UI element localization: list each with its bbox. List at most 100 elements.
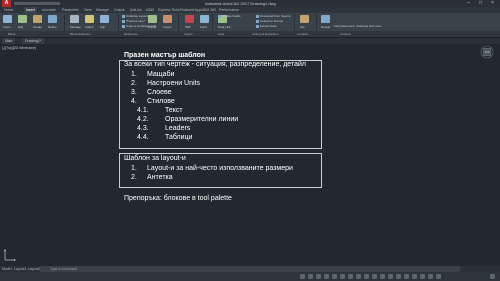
otrack-icon[interactable]: [340, 274, 345, 279]
title-bar: A Autodesk AutoCAD 2017 Drawing1.dwg – □…: [0, 0, 500, 7]
lock-ui-icon[interactable]: [412, 274, 417, 279]
list1-num-4: 4.: [131, 98, 137, 105]
design-icon: [321, 15, 330, 23]
sublist-item-1: Текст: [165, 107, 183, 114]
box2-title: Шаблон за layout-и: [124, 155, 186, 162]
clip-icon: [100, 15, 109, 23]
list1-num-2: 2.: [131, 80, 137, 87]
sublist-num-2: 4.2.: [137, 116, 149, 123]
design-button-label: Design: [321, 25, 331, 29]
extract-icon: [256, 24, 259, 28]
panel-linking-extraction[interactable]: Linking & Extraction: [252, 31, 279, 37]
pdf-button-label: PDF: [185, 25, 191, 29]
clean-screen-icon[interactable]: [436, 274, 441, 279]
insert-icon: [3, 15, 12, 23]
quick-access-toolbar[interactable]: [14, 2, 60, 5]
polar-icon[interactable]: [324, 274, 329, 279]
isolate-objects-icon[interactable]: [420, 274, 425, 279]
file-tab-drawing1[interactable]: Drawing1*: [22, 38, 45, 44]
panel-import[interactable]: Import: [184, 31, 193, 37]
hardware-acceleration-icon[interactable]: [428, 274, 433, 279]
sublist-num-1: 4.1.: [137, 107, 149, 114]
snap-mode-icon[interactable]: [308, 274, 313, 279]
sublist-num-4: 4.4.: [137, 134, 149, 141]
viewport-controls[interactable]: [-][Top][2D Wireframe]: [2, 46, 36, 50]
quick-properties-icon[interactable]: [404, 274, 409, 279]
pdf-icon: [185, 15, 194, 23]
status-bar: [0, 272, 500, 281]
frames-vary-dropdown[interactable]: *Frames vary*: [122, 19, 145, 23]
underlay-layers-button[interactable]: Underlay Layers: [122, 14, 148, 18]
data-link-button-label: Data Link: [218, 25, 231, 29]
panel-block-definition[interactable]: Block Definition: [70, 31, 91, 37]
lineweight-icon[interactable]: [348, 274, 353, 279]
close-button[interactable]: ×: [488, 0, 497, 7]
manage-icon: [70, 15, 79, 23]
list2-item-2: Антетка: [147, 174, 173, 181]
field-icon: [200, 15, 209, 23]
manage-button-label: Manage: [70, 25, 81, 29]
sublist-item-4: Таблици: [165, 134, 193, 141]
file-tab-start[interactable]: Start: [2, 38, 16, 44]
define-icon: [48, 15, 57, 23]
list2-num-2: 2.: [131, 174, 137, 181]
define-button-label: Define: [48, 25, 57, 29]
set-icon: [300, 15, 309, 23]
panel-data[interactable]: Data: [218, 31, 224, 37]
list2-item-1: Layout-и за най-често използваните разме…: [147, 165, 293, 172]
annotation-scale-icon[interactable]: [372, 274, 377, 279]
upload-icon: [256, 19, 259, 23]
minimize-button[interactable]: –: [464, 0, 473, 7]
window-title: Autodesk AutoCAD 2017 Drawing1.dwg: [205, 1, 276, 6]
sublist-num-3: 4.3.: [137, 125, 149, 132]
panel-block[interactable]: Block: [8, 31, 15, 37]
customization-menu-icon[interactable]: [490, 274, 495, 279]
attach-icon: [85, 15, 94, 23]
edit-icon: [18, 15, 27, 23]
list1-num-1: 1.: [131, 71, 137, 78]
annotation-monitor-icon[interactable]: [388, 274, 393, 279]
ribbon-panel-title-bar: Block Block Definition Reference Import …: [0, 31, 500, 37]
selection-cycling-icon[interactable]: [364, 274, 369, 279]
viewcube[interactable]: TOP: [480, 45, 494, 59]
field-button-label: Field: [200, 25, 207, 29]
viewcube-top-label: TOP: [485, 51, 490, 54]
upload-source-button[interactable]: Upload to Source: [256, 19, 283, 23]
workspace-gear-icon[interactable]: [380, 274, 385, 279]
transparency-icon[interactable]: [356, 274, 361, 279]
notes-heading: Празен мастър шаблон: [124, 52, 206, 59]
download-icon: [256, 14, 259, 18]
frame-icon: [122, 19, 125, 23]
list1-item-1: Мащаби: [147, 71, 175, 78]
update-fields-button[interactable]: Update Fields: [218, 14, 241, 18]
maximize-button[interactable]: □: [476, 0, 485, 7]
list2-num-1: 1.: [131, 165, 137, 172]
panel-content[interactable]: Content: [340, 31, 351, 37]
insert-button-label: Insert: [3, 25, 11, 29]
sublist-item-2: Оразмерителни линии: [165, 116, 239, 123]
ortho-icon[interactable]: [316, 274, 321, 279]
set-button-label: Set: [300, 25, 305, 29]
box1-title: За всеки тип чертеж - ситуация, разпреде…: [124, 61, 306, 68]
extract-data-button[interactable]: Extract Data: [256, 24, 277, 28]
layers-icon: [122, 14, 125, 18]
panel-reference[interactable]: Reference: [124, 31, 138, 37]
osnap-icon[interactable]: [332, 274, 337, 279]
panel-location[interactable]: Location: [297, 31, 308, 37]
recommendation-note: Препоръка: блокове в tool palette: [124, 195, 232, 202]
units-icon[interactable]: [396, 274, 401, 279]
refresh-icon: [218, 14, 221, 18]
snap-underlays-toggle[interactable]: Snap to Underlays ON: [122, 24, 156, 28]
ucs-icon: [4, 249, 16, 261]
autocad-logo[interactable]: A: [2, 0, 11, 7]
content-search-field[interactable]: Find placement, drawings and more: [334, 24, 382, 28]
list1-item-3: Слоеве: [147, 89, 172, 96]
list1-item-2: Настроени Units: [147, 80, 201, 87]
download-source-button[interactable]: Download from Source: [256, 14, 291, 18]
import-icon: [163, 15, 172, 23]
sublist-item-3: Leaders: [165, 125, 191, 132]
create-icon: [33, 15, 42, 23]
edit-button-label: Edit: [18, 25, 24, 29]
file-tab-bar: Start Drawing1*: [0, 38, 500, 44]
grid-icon[interactable]: [300, 274, 305, 279]
